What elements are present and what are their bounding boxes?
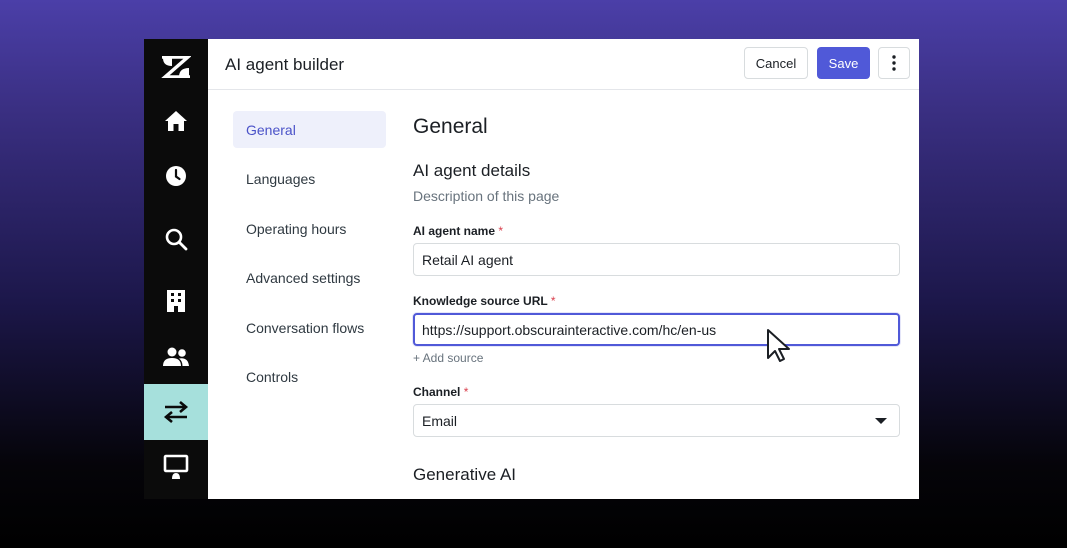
agent-name-label: AI agent name * [413, 224, 504, 238]
knowledge-source-input[interactable]: https://support.obscurainteractive.com/h… [413, 313, 900, 346]
agent-name-input[interactable]: Retail AI agent [413, 243, 900, 276]
channel-select[interactable]: Email [413, 404, 900, 437]
nav-organizations[interactable] [144, 273, 208, 329]
nav-recent[interactable] [144, 148, 208, 204]
cancel-button[interactable]: Cancel [744, 47, 808, 79]
menu-item-advanced-settings[interactable]: Advanced settings [233, 259, 386, 296]
menu-item-conversation-flows[interactable]: Conversation flows [233, 309, 386, 346]
channel-label: Channel * [413, 385, 469, 399]
nav-workspace[interactable] [144, 439, 208, 495]
channel-select-value: Email [422, 412, 458, 429]
top-bar: AI agent builder Cancel Save [208, 39, 919, 90]
home-icon [165, 111, 187, 131]
nav-search[interactable] [144, 211, 208, 267]
app-window: AI agent builder Cancel Save General Lan… [144, 39, 919, 499]
kebab-icon [892, 55, 896, 71]
zendesk-logo-icon [161, 56, 191, 78]
required-mark: * [550, 294, 556, 308]
page-title: AI agent builder [225, 55, 345, 74]
required-mark: * [463, 385, 469, 399]
building-icon [167, 290, 185, 312]
details-description: Description of this page [413, 188, 560, 204]
main-nav [144, 39, 208, 499]
menu-item-languages[interactable]: Languages [233, 160, 386, 197]
mouse-pointer-icon [767, 329, 790, 362]
zendesk-logo[interactable] [144, 39, 208, 95]
save-button[interactable]: Save [817, 47, 870, 79]
more-options-button[interactable] [878, 47, 910, 79]
menu-item-general[interactable]: General [233, 111, 386, 148]
search-icon [165, 228, 188, 251]
clock-icon [166, 166, 186, 186]
nav-users[interactable] [144, 329, 208, 385]
section-heading: General [413, 115, 488, 138]
add-source-link[interactable]: + Add source [413, 351, 483, 365]
required-mark: * [498, 224, 504, 238]
users-icon [163, 347, 189, 366]
menu-item-controls[interactable]: Controls [233, 358, 386, 395]
monitor-icon [163, 454, 189, 479]
swap-arrows-icon [163, 401, 189, 423]
nav-home[interactable] [144, 93, 208, 149]
details-heading: AI agent details [413, 161, 531, 180]
nav-ai-agents[interactable] [144, 384, 208, 440]
knowledge-source-label: Knowledge source URL * [413, 294, 556, 308]
chevron-down-icon [875, 418, 887, 424]
generative-ai-heading: Generative AI [413, 465, 517, 484]
menu-item-operating-hours[interactable]: Operating hours [233, 210, 386, 247]
